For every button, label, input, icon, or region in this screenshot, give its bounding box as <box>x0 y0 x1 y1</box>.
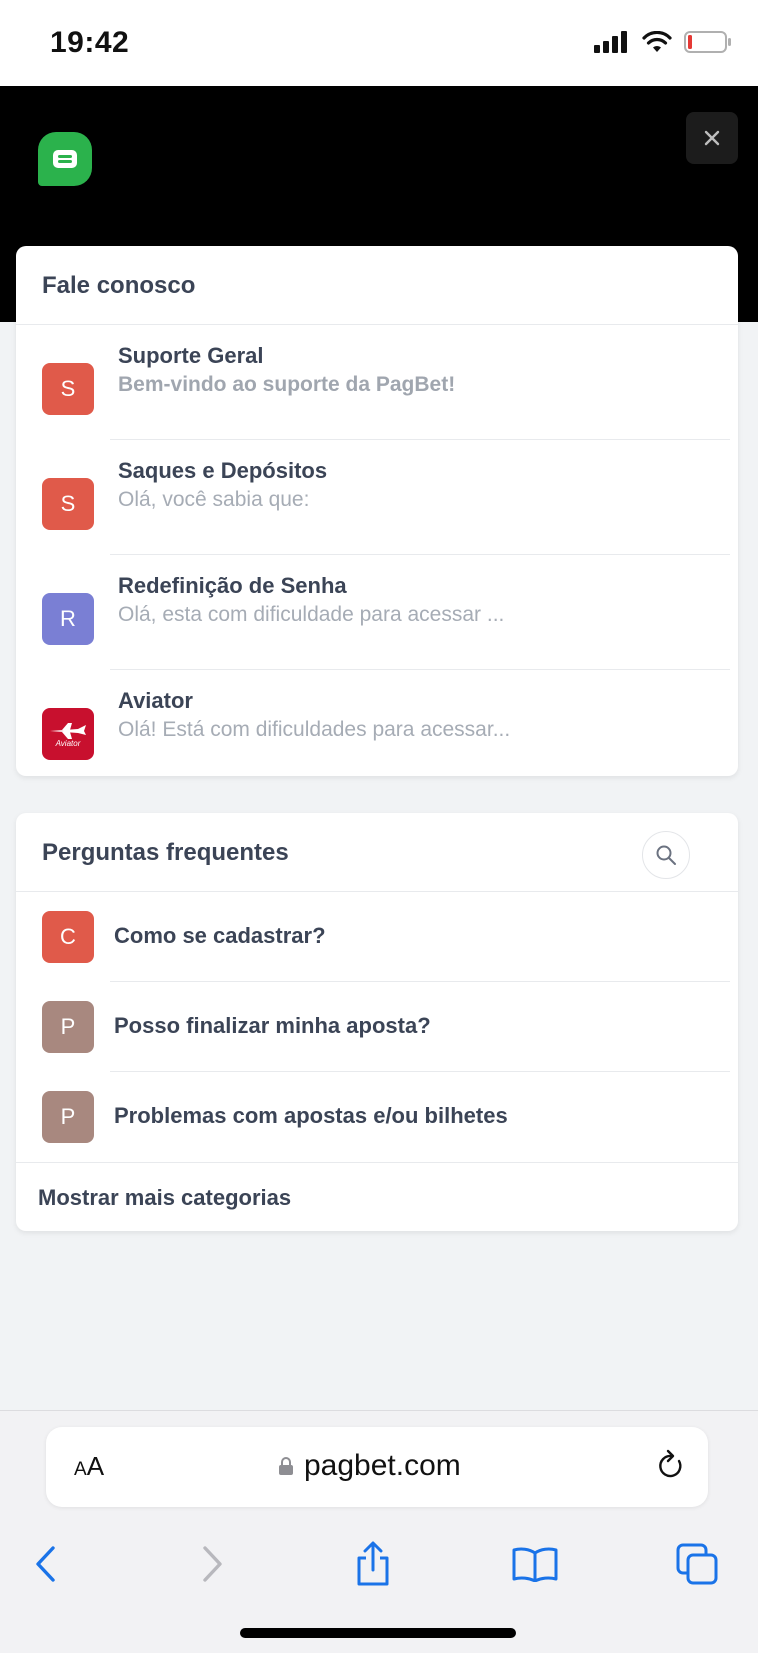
chat-item-redefinicao-senha[interactable]: R Redefinição de Senha Olá, esta com dif… <box>16 555 738 670</box>
aviator-logo-icon: Aviator <box>42 708 94 760</box>
reload-button[interactable] <box>656 1449 686 1486</box>
cellular-signal-icon <box>594 31 627 53</box>
faq-label: Problemas com apostas e/ou bilhetes <box>114 1103 508 1128</box>
avatar-initial: S <box>60 491 76 516</box>
faq-avatar: C <box>42 911 94 963</box>
url-text: pagbet.com <box>304 1449 461 1482</box>
chat-avatar: S <box>42 363 94 415</box>
back-button[interactable] <box>16 1529 76 1599</box>
browser-bottom-bar: AA pagbet.com <box>0 1410 758 1653</box>
aa-small: A <box>74 1459 87 1480</box>
status-bar: 19:42 <box>0 0 758 86</box>
chat-subtitle: Olá! Está com dificuldades para acessar.… <box>118 718 511 741</box>
aviator-logo-text: Aviator <box>55 738 81 748</box>
tabs-icon <box>676 1543 718 1585</box>
tabs-button[interactable] <box>667 1529 727 1599</box>
chevron-left-icon <box>36 1546 55 1582</box>
chat-subtitle: Bem-vindo ao suporte da PagBet! <box>118 373 456 396</box>
reader-text-size-button[interactable]: AA <box>74 1451 104 1482</box>
show-more-label: Mostrar mais categorias <box>38 1185 292 1210</box>
status-icons <box>594 30 732 54</box>
share-icon <box>357 1541 389 1586</box>
faq-card: Perguntas frequentes C Como se cadastrar… <box>16 813 738 1231</box>
chat-avatar: S <box>42 478 94 530</box>
contact-title: Fale conosco <box>42 272 196 299</box>
forward-button[interactable] <box>182 1529 242 1599</box>
book-icon <box>512 1547 558 1582</box>
share-button[interactable] <box>343 1529 403 1599</box>
chat-item-saques-depositos[interactable]: S Saques e Depósitos Olá, você sabia que… <box>16 440 738 555</box>
chat-title: Redefinição de Senha <box>118 573 347 598</box>
avatar-initial: C <box>60 924 76 949</box>
avatar-initial: S <box>60 376 76 401</box>
show-more-categories-button[interactable]: Mostrar mais categorias <box>16 1162 738 1231</box>
avatar-initial: P <box>60 1104 76 1129</box>
wifi-icon <box>642 31 672 52</box>
faq-item-cadastrar[interactable]: C Como se cadastrar? <box>16 892 738 982</box>
home-indicator[interactable] <box>240 1628 516 1638</box>
chat-item-aviator[interactable]: Aviator Aviator Olá! Está com dificuldad… <box>16 670 738 776</box>
aa-large: A <box>86 1451 105 1481</box>
avatar-initial: P <box>60 1014 76 1039</box>
lock-icon <box>279 1457 293 1475</box>
faq-title: Perguntas frequentes <box>42 839 289 866</box>
chat-item-suporte-geral[interactable]: S Suporte Geral Bem-vindo ao suporte da … <box>16 325 738 440</box>
url-display[interactable]: pagbet.com <box>278 1449 461 1483</box>
address-bar[interactable]: AA pagbet.com <box>46 1427 708 1507</box>
faq-avatar: P <box>42 1091 94 1143</box>
status-time: 19:42 <box>50 26 130 59</box>
plane-icon <box>50 722 86 739</box>
reload-icon <box>659 1449 682 1478</box>
faq-label: Posso finalizar minha aposta? <box>114 1013 431 1038</box>
close-button[interactable] <box>686 112 738 164</box>
bookmarks-button[interactable] <box>505 1529 565 1599</box>
battery-low-icon <box>684 31 731 53</box>
faq-search-button[interactable] <box>642 831 690 879</box>
chevron-right-icon <box>203 1546 222 1582</box>
faq-item-finalizar-aposta[interactable]: P Posso finalizar minha aposta? <box>16 982 738 1072</box>
search-icon <box>656 845 676 865</box>
faq-avatar: P <box>42 1001 94 1053</box>
browser-toolbar <box>0 1529 758 1609</box>
avatar-initial: R <box>60 606 76 631</box>
faq-label: Como se cadastrar? <box>114 923 326 948</box>
chat-logo-icon <box>38 132 92 186</box>
chat-title: Aviator <box>118 688 193 713</box>
contact-card: Fale conosco S Suporte Geral Bem-vindo a… <box>16 246 738 776</box>
chat-subtitle: Olá, esta com dificuldade para acessar .… <box>118 603 505 626</box>
chat-title: Suporte Geral <box>118 343 264 368</box>
chat-subtitle: Olá, você sabia que: <box>118 488 310 511</box>
close-icon <box>704 130 720 146</box>
faq-card-header: Perguntas frequentes <box>16 813 738 892</box>
faq-item-problemas-apostas[interactable]: P Problemas com apostas e/ou bilhetes <box>16 1072 738 1162</box>
chat-avatar: R <box>42 593 94 645</box>
contact-card-header: Fale conosco <box>16 246 738 325</box>
chat-title: Saques e Depósitos <box>118 458 328 483</box>
